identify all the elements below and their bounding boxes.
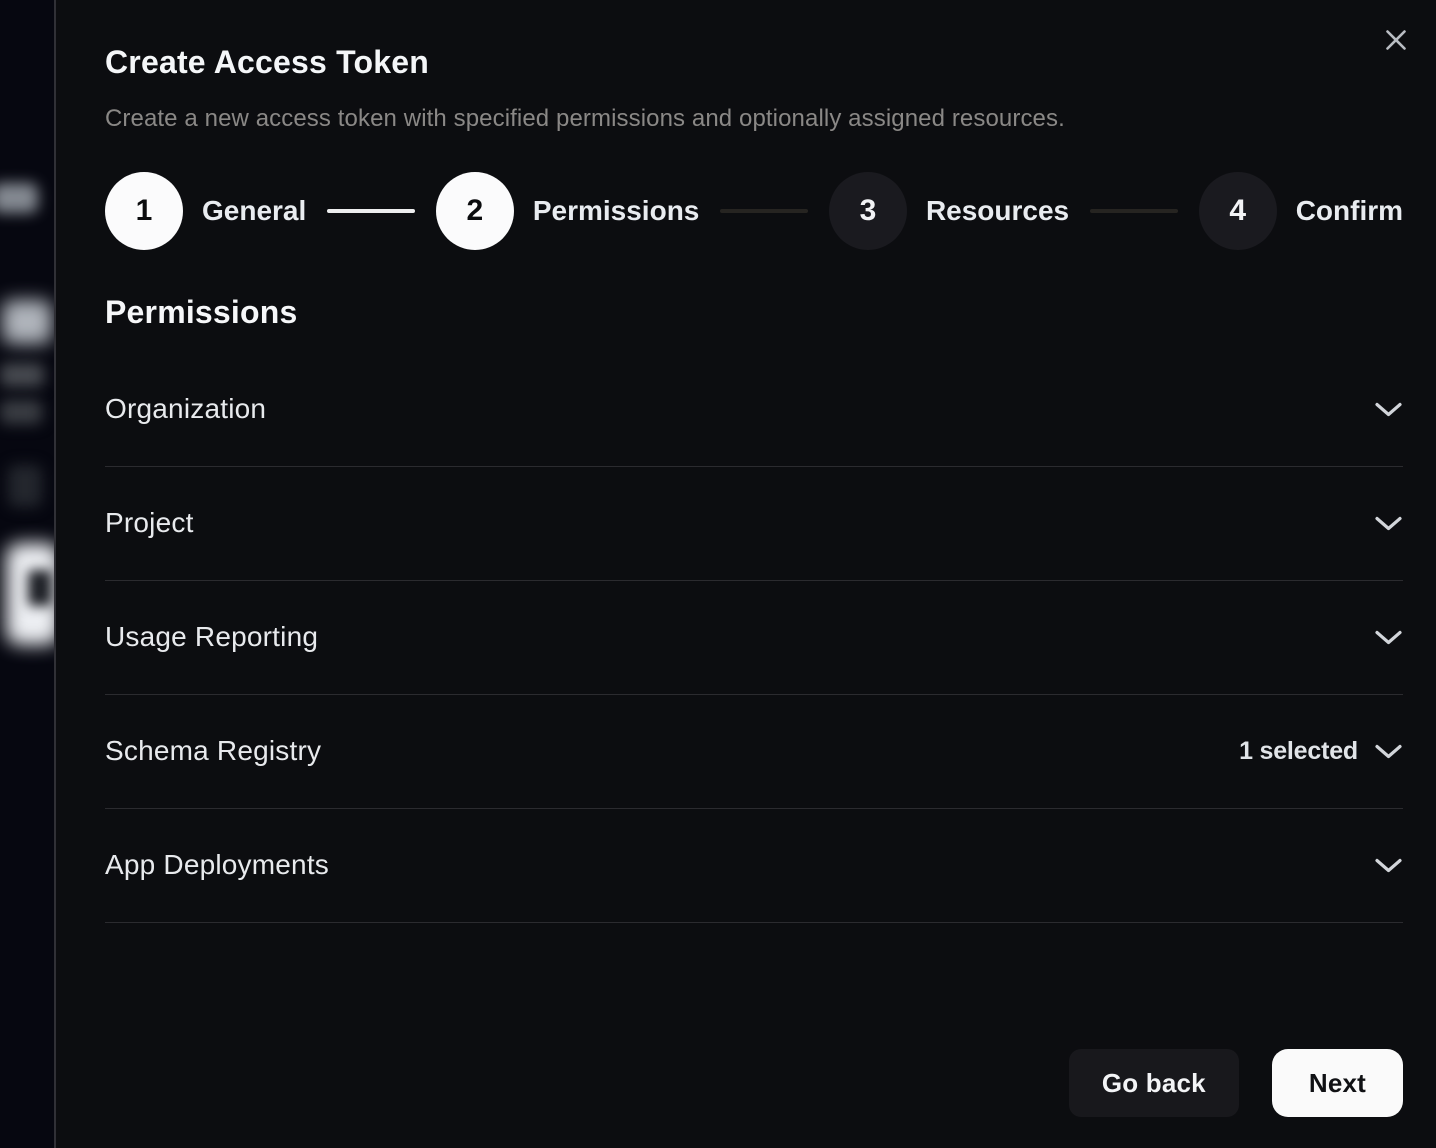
step-label: Permissions — [533, 195, 700, 227]
permissions-heading: Permissions — [105, 294, 1403, 331]
modal-title: Create Access Token — [105, 44, 1403, 81]
close-icon[interactable] — [1374, 18, 1418, 62]
step-label: Resources — [926, 195, 1069, 227]
blurred-heading — [2, 300, 52, 344]
step-connector — [720, 209, 808, 213]
next-button[interactable]: Next — [1272, 1049, 1403, 1117]
blurred-card-glyph — [28, 570, 52, 606]
chevron-down-icon[interactable] — [1374, 629, 1403, 646]
chevron-down-icon[interactable] — [1374, 401, 1403, 418]
permission-group-list: Organization Project Usage Reporting — [105, 353, 1403, 923]
modal-description: Create a new access token with specified… — [105, 105, 1403, 133]
step-permissions[interactable]: 2 Permissions — [436, 172, 700, 250]
step-number: 2 — [436, 172, 514, 250]
chevron-down-icon[interactable] — [1374, 857, 1403, 874]
step-number: 4 — [1199, 172, 1277, 250]
step-connector — [1090, 209, 1178, 213]
permission-group-label: Project — [105, 507, 194, 539]
chevron-down-icon[interactable] — [1374, 515, 1403, 532]
stepper: 1 General 2 Permissions 3 Resources 4 Co… — [105, 172, 1403, 250]
step-confirm[interactable]: 4 Confirm — [1199, 172, 1403, 250]
step-label: General — [202, 195, 306, 227]
go-back-button[interactable]: Go back — [1069, 1049, 1239, 1117]
permission-group-label: Schema Registry — [105, 735, 321, 767]
permission-group-label: Organization — [105, 393, 266, 425]
modal-footer: Go back Next — [1069, 1049, 1403, 1117]
step-number: 3 — [829, 172, 907, 250]
step-connector — [327, 209, 415, 213]
step-label: Confirm — [1296, 195, 1403, 227]
permission-group-label: Usage Reporting — [105, 621, 318, 653]
chevron-down-icon[interactable] — [1374, 743, 1403, 760]
permission-group-project[interactable]: Project — [105, 467, 1403, 581]
create-access-token-modal: Create Access Token Create a new access … — [54, 0, 1436, 1148]
blurred-icon — [8, 465, 42, 507]
step-general[interactable]: 1 General — [105, 172, 306, 250]
close-x-glyph — [1381, 25, 1411, 55]
permission-group-organization[interactable]: Organization — [105, 353, 1403, 467]
selected-count: 1 selected — [1239, 737, 1358, 766]
permission-group-app-deployments[interactable]: App Deployments — [105, 809, 1403, 923]
permission-group-schema-registry[interactable]: Schema Registry 1 selected — [105, 695, 1403, 809]
blurred-text-line — [0, 400, 42, 424]
step-resources[interactable]: 3 Resources — [829, 172, 1069, 250]
blurred-text-line — [0, 363, 44, 387]
blurred-nav-item — [0, 183, 38, 213]
permission-group-label: App Deployments — [105, 849, 329, 881]
permission-group-usage-reporting[interactable]: Usage Reporting — [105, 581, 1403, 695]
step-number: 1 — [105, 172, 183, 250]
